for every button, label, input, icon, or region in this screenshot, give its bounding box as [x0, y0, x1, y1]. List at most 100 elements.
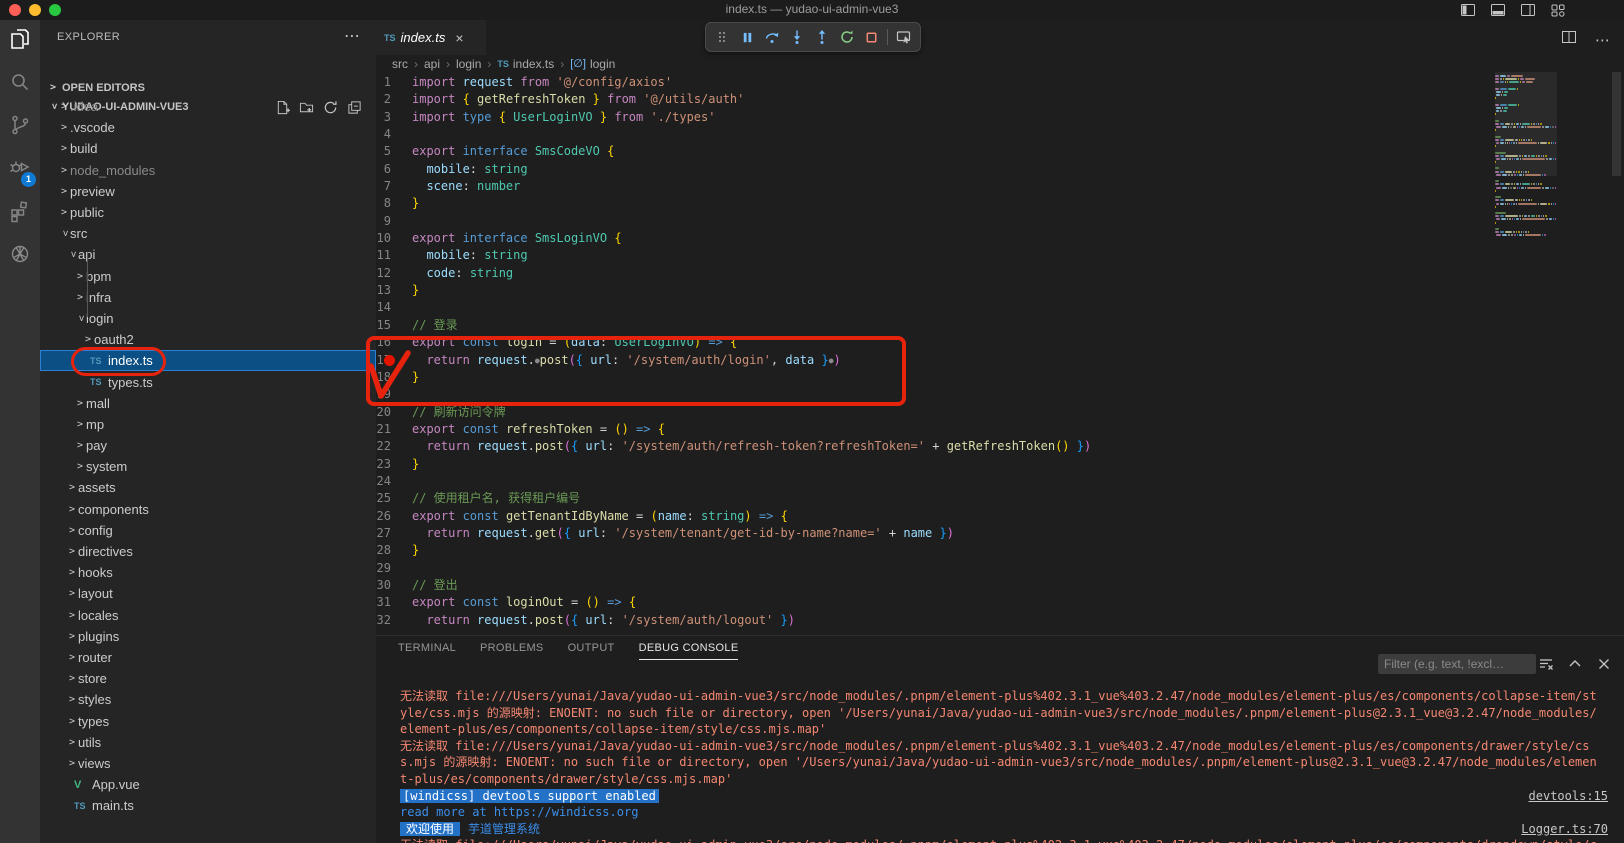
code-line[interactable]: 6 mobile: string: [376, 161, 1624, 178]
line-number[interactable]: 27: [376, 525, 412, 542]
line-number[interactable]: 11: [376, 247, 412, 264]
tree-item-src[interactable]: >src: [40, 223, 376, 244]
panel-tab-terminal[interactable]: TERMINAL: [398, 642, 456, 660]
open-editors-section[interactable]: > OPEN EDITORS: [40, 77, 376, 98]
code-line[interactable]: 28}: [376, 542, 1624, 559]
debug-stop-button[interactable]: [862, 26, 881, 48]
code-editor[interactable]: 1import request from '@/config/axios'2im…: [376, 72, 1624, 635]
line-number[interactable]: 3: [376, 109, 412, 126]
line-number[interactable]: 15: [376, 317, 412, 334]
activity-source-control[interactable]: [0, 106, 40, 149]
tree-item-hooks[interactable]: >hooks: [40, 562, 376, 583]
code-line[interactable]: 23}: [376, 456, 1624, 473]
line-number[interactable]: 13: [376, 282, 412, 299]
code-line[interactable]: 20// 刷新访问令牌: [376, 404, 1624, 421]
activity-run-debug[interactable]: 1: [0, 149, 40, 192]
close-panel-icon[interactable]: [1596, 656, 1612, 677]
debug-step-out-button[interactable]: [813, 26, 832, 48]
code-line[interactable]: 9: [376, 213, 1624, 230]
code-line[interactable]: 15// 登录: [376, 317, 1624, 334]
code-line[interactable]: 2import { getRefreshToken } from '@/util…: [376, 91, 1624, 108]
minimap[interactable]: [1495, 75, 1557, 238]
customize-layout-icon[interactable]: [1550, 2, 1566, 18]
console-filter-input[interactable]: [1378, 654, 1536, 674]
code-line[interactable]: 1import request from '@/config/axios': [376, 74, 1624, 91]
toggle-secondary-sidebar-icon[interactable]: [1520, 2, 1536, 18]
code-line[interactable]: 22 return request.post({ url: '/system/a…: [376, 438, 1624, 455]
tree-item-plugins[interactable]: >plugins: [40, 626, 376, 647]
tree-item-pay[interactable]: >pay: [40, 435, 376, 456]
code-line[interactable]: 12 code: string: [376, 265, 1624, 282]
breadcrumb-item-login[interactable]: login: [456, 57, 481, 71]
activity-search[interactable]: [0, 63, 40, 106]
line-number[interactable]: 7: [376, 178, 412, 195]
code-line[interactable]: 14: [376, 299, 1624, 316]
activity-extensions[interactable]: [0, 192, 40, 235]
tree-item-directives[interactable]: >directives: [40, 541, 376, 562]
run-to-cursor-icon[interactable]: [894, 26, 913, 48]
code-line[interactable]: 25// 使用租户名, 获得租户编号: [376, 490, 1624, 507]
tree-item-router[interactable]: >router: [40, 647, 376, 668]
line-number[interactable]: 28: [376, 542, 412, 559]
tree-item-types-ts[interactable]: TStypes.ts: [40, 371, 376, 392]
maximize-panel-icon[interactable]: [1567, 656, 1583, 677]
debug-pause-button[interactable]: [738, 26, 757, 48]
tree-item-preview[interactable]: >preview: [40, 181, 376, 202]
tree-item-public[interactable]: >public: [40, 202, 376, 223]
editor-scrollbar[interactable]: [1612, 72, 1621, 176]
tree-item-oauth2[interactable]: >oauth2: [40, 329, 376, 350]
line-number[interactable]: 26: [376, 508, 412, 525]
activity-chatgpt[interactable]: [0, 235, 40, 278]
line-number[interactable]: 8: [376, 195, 412, 212]
tree-item-mp[interactable]: >mp: [40, 414, 376, 435]
tree-item-styles[interactable]: >styles: [40, 689, 376, 710]
line-number[interactable]: 4: [376, 126, 412, 143]
toggle-panel-icon[interactable]: [1490, 2, 1506, 18]
line-number[interactable]: 14: [376, 299, 412, 316]
tab-index-ts[interactable]: TS index.ts ×: [376, 20, 486, 55]
tree-item-config[interactable]: >config: [40, 520, 376, 541]
line-number[interactable]: 22: [376, 438, 412, 455]
line-number[interactable]: 9: [376, 213, 412, 230]
tree-item--idea[interactable]: >.idea: [40, 96, 376, 117]
debug-toolbar-drag-handle[interactable]: [713, 26, 732, 48]
tree-item-login[interactable]: >login: [40, 308, 376, 329]
debug-restart-button[interactable]: [837, 26, 856, 48]
code-line[interactable]: 13}: [376, 282, 1624, 299]
code-line[interactable]: 4: [376, 126, 1624, 143]
tree-item-infra[interactable]: >infra: [40, 287, 376, 308]
tree-item-locales[interactable]: >locales: [40, 605, 376, 626]
code-line[interactable]: 18}: [376, 369, 1624, 386]
code-line[interactable]: 17 return request.●post({ url: '/system/…: [376, 352, 1624, 369]
line-number[interactable]: 32: [376, 612, 412, 629]
clear-console-icon[interactable]: [1538, 656, 1554, 677]
panel-tab-debug-console[interactable]: DEBUG CONSOLE: [639, 642, 739, 660]
tree-item-system[interactable]: >system: [40, 456, 376, 477]
source-link[interactable]: devtools:15: [1529, 788, 1608, 805]
split-editor-icon[interactable]: [1561, 29, 1577, 50]
code-line[interactable]: 7 scene: number: [376, 178, 1624, 195]
line-number[interactable]: 16: [376, 334, 412, 351]
tree-item-types[interactable]: >types: [40, 710, 376, 731]
line-number[interactable]: 1: [376, 74, 412, 91]
code-line[interactable]: 16export const login = (data: UserLoginV…: [376, 334, 1624, 351]
code-line[interactable]: 26export const getTenantIdByName = (name…: [376, 508, 1624, 525]
tree-item-node-modules[interactable]: >node_modules: [40, 160, 376, 181]
code-line[interactable]: 10export interface SmsLoginVO {: [376, 230, 1624, 247]
explorer-more-actions-icon[interactable]: ⋯: [344, 26, 360, 46]
tree-item--vscode[interactable]: >.vscode: [40, 117, 376, 138]
tree-item-assets[interactable]: >assets: [40, 477, 376, 498]
tree-item-app-vue[interactable]: VApp.vue: [40, 774, 376, 795]
breakpoint-dot[interactable]: [384, 355, 395, 366]
code-line[interactable]: 19: [376, 386, 1624, 403]
line-number[interactable]: 21: [376, 421, 412, 438]
tree-item-views[interactable]: >views: [40, 753, 376, 774]
line-number[interactable]: 6: [376, 161, 412, 178]
code-line[interactable]: 5export interface SmsCodeVO {: [376, 143, 1624, 160]
line-number[interactable]: 10: [376, 230, 412, 247]
tree-item-components[interactable]: >components: [40, 499, 376, 520]
line-number[interactable]: 5: [376, 143, 412, 160]
tree-item-bpm[interactable]: >bpm: [40, 266, 376, 287]
line-number[interactable]: 19: [376, 386, 412, 403]
tree-item-main-ts[interactable]: TSmain.ts: [40, 795, 376, 816]
